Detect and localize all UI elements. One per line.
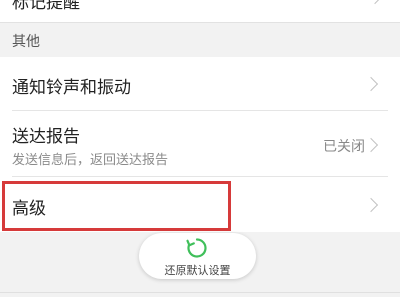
divider: [0, 292, 400, 293]
settings-row-clipped[interactable]: 标记提醒: [0, 0, 400, 23]
row-notification-sound-vibration[interactable]: 通知铃声和振动: [0, 57, 400, 111]
refresh-icon: [186, 237, 208, 259]
highlight-box: [2, 181, 231, 231]
restore-defaults-label: 还原默认设置: [164, 264, 231, 277]
chevron-right-icon: [363, 76, 379, 92]
row-title: 送达报告: [12, 127, 80, 147]
chevron-right-icon: [367, 0, 383, 5]
restore-defaults-button[interactable]: 还原默认设置: [139, 233, 256, 279]
chevron-right-icon: [363, 197, 379, 213]
clipped-row-label: 标记提醒: [12, 0, 80, 13]
section-header-other: 其他: [12, 34, 40, 50]
delivery-report-status: 已关闭: [323, 139, 365, 155]
row-subtitle: 发送信息后，返回送达报告: [12, 153, 169, 168]
row-title: 通知铃声和振动: [12, 78, 131, 98]
row-delivery-report[interactable]: 送达报告 发送信息后，返回送达报告 已关闭: [0, 111, 400, 177]
chevron-right-icon: [363, 137, 379, 153]
settings-page: 标记提醒 其他 通知铃声和振动 送达报告 发送信息后，返回送达报告 已关闭 高级…: [0, 0, 400, 297]
